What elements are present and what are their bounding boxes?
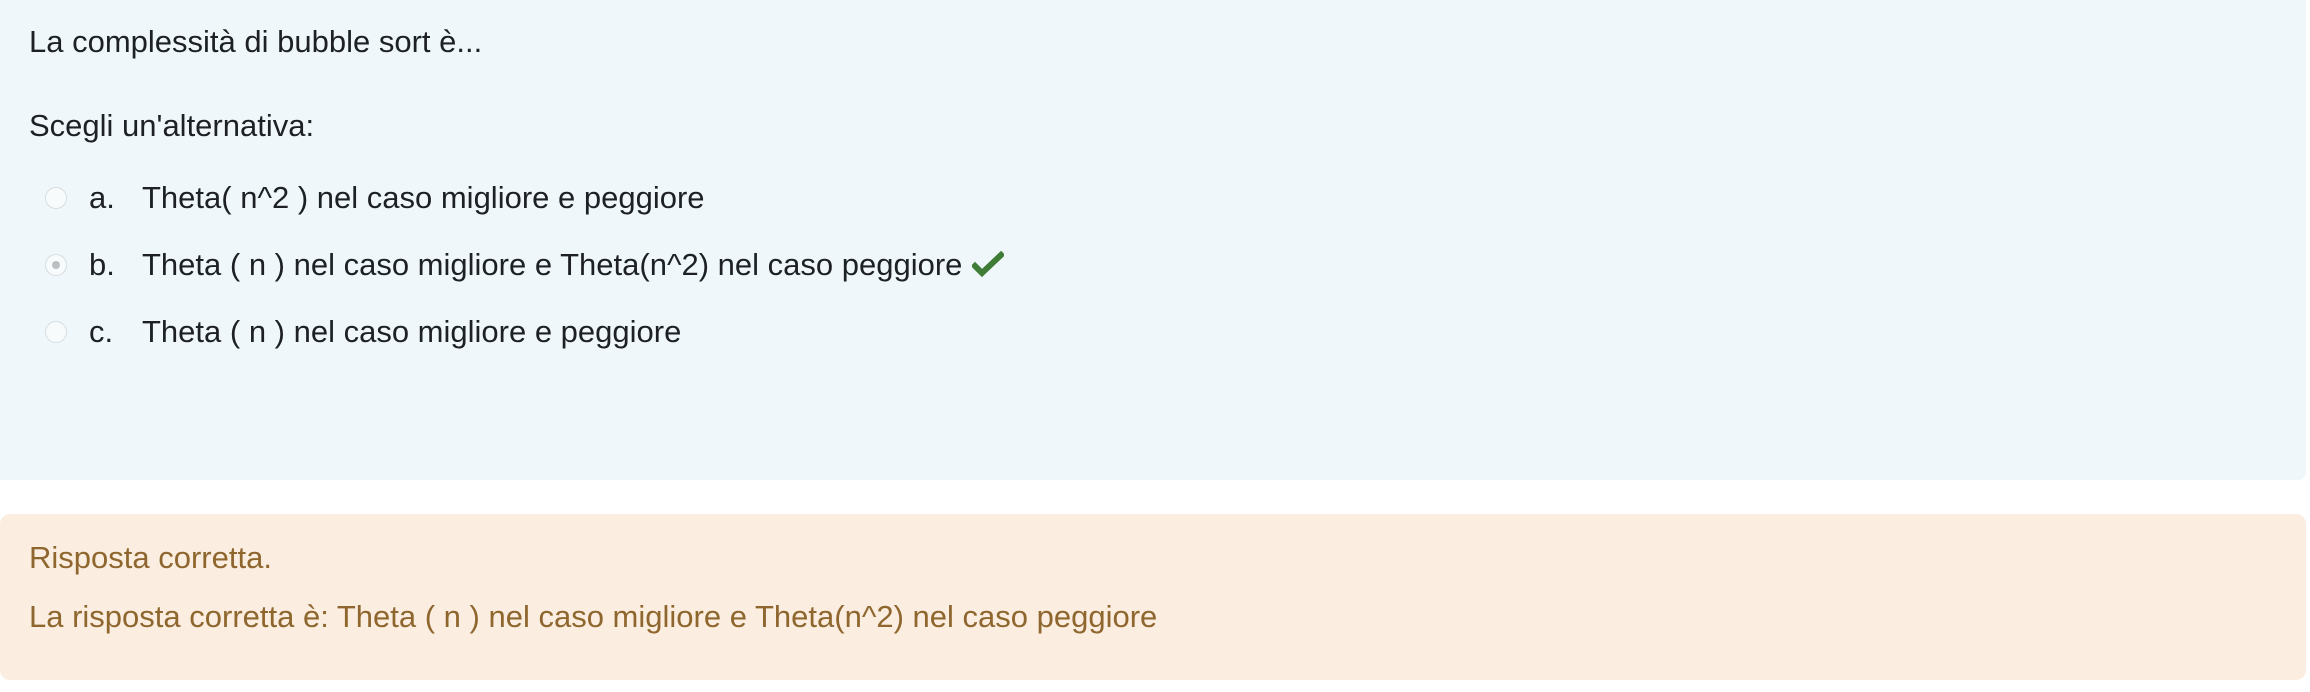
answer-a-number: a. — [89, 179, 115, 215]
answer-option-c[interactable]: c. Theta ( n ) nel caso migliore e peggi… — [29, 298, 2306, 365]
quiz-review-page: La complessità di bubble sort è... Scegl… — [0, 0, 2310, 692]
answer-option-a[interactable]: a. Theta( n^2 ) nel caso migliore e pegg… — [29, 164, 2306, 231]
answer-c-label: Theta ( n ) nel caso migliore e peggiore — [142, 313, 682, 349]
question-text: La complessità di bubble sort è... — [29, 24, 483, 59]
answer-option-b[interactable]: b. Theta ( n ) nel caso migliore e Theta… — [29, 231, 2306, 298]
answer-options: a. Theta( n^2 ) nel caso migliore e pegg… — [29, 164, 2306, 365]
answer-b-label: Theta ( n ) nel caso migliore e Theta(n^… — [142, 246, 963, 282]
answer-a-label: Theta( n^2 ) nel caso migliore e peggior… — [142, 179, 705, 215]
answer-c-number: c. — [89, 313, 114, 349]
correct-answer-text: La risposta corretta è: Theta ( n ) nel … — [29, 599, 1158, 634]
feedback-result: Risposta corretta. — [29, 540, 272, 575]
check-icon — [972, 250, 1005, 277]
feedback-panel: Risposta corretta. La risposta corretta … — [0, 514, 2306, 680]
answer-a-radio[interactable] — [45, 186, 67, 209]
answer-c-radio[interactable] — [45, 320, 67, 343]
question-panel: La complessità di bubble sort è... Scegl… — [0, 0, 2306, 480]
answer-b-radio[interactable] — [45, 253, 67, 276]
answer-prompt: Scegli un'alternativa: — [29, 108, 315, 143]
answer-b-number: b. — [89, 246, 115, 282]
